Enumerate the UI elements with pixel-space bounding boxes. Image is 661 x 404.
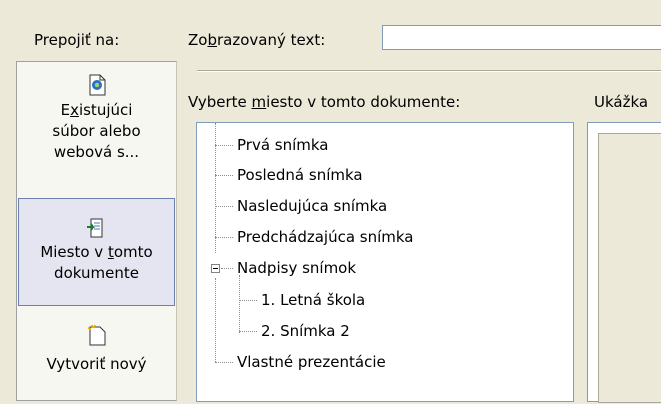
label-part: E <box>60 101 71 119</box>
access-key: x <box>70 101 79 119</box>
label-part: razovaný text: <box>216 31 326 49</box>
tree-connector <box>215 123 216 253</box>
preview-label: Ukážka <box>594 93 649 111</box>
collapse-toggle[interactable] <box>211 264 220 273</box>
access-key: m <box>251 93 267 111</box>
label-part: Miesto v <box>40 243 108 261</box>
sidebar-item-place-in-document-line2: dokumente <box>54 264 139 282</box>
tree-item-previous-slide[interactable]: Predchádzajúca snímka <box>237 225 414 249</box>
link-to-label: Prepojiť na: <box>34 31 120 49</box>
tree-connector <box>239 300 257 301</box>
label-part: Zo <box>188 31 208 49</box>
sidebar-item-existing-file-line2: súbor alebo <box>52 122 141 140</box>
slide-preview-box <box>587 122 661 403</box>
label-part: istujúci <box>78 101 133 119</box>
access-key: b <box>207 31 217 49</box>
tree-item-last-slide[interactable]: Posledná snímka <box>237 163 363 187</box>
link-target-sidebar: Existujúci súbor alebo webová s... Miest… <box>16 61 177 401</box>
sidebar-item-create-new-label: Vytvoriť nový <box>46 355 147 373</box>
label-part: iesto v tomto dokumente: <box>266 93 461 111</box>
tree-connector <box>215 278 216 362</box>
label-part: Vyberte <box>188 93 252 111</box>
sidebar-item-place-in-document[interactable]: Miesto v tomto dokumente <box>18 198 175 306</box>
sidebar-item-existing-file[interactable]: Existujúci súbor alebo webová s... <box>18 74 175 200</box>
document-place-tree[interactable]: Prvá snímka Posledná snímka Nasledujúca … <box>196 122 574 402</box>
tree-connector <box>239 331 257 332</box>
tree-connector <box>239 275 240 333</box>
existing-file-icon <box>89 74 105 96</box>
tree-item-custom-shows[interactable]: Vlastné prezentácie <box>237 350 386 374</box>
tree-item-next-slide[interactable]: Nasledujúca snímka <box>237 194 387 218</box>
label-part: omto <box>113 243 153 261</box>
slide-preview-area <box>598 133 661 403</box>
sidebar-item-existing-file-line3: webová s... <box>53 143 140 161</box>
tree-connector <box>215 175 233 176</box>
tree-connector <box>215 206 233 207</box>
tree-connector <box>215 145 233 146</box>
tree-item-slide-titles[interactable]: Nadpisy snímok <box>237 256 356 280</box>
tree-connector <box>221 268 233 269</box>
place-in-document-label: Vyberte miesto v tomto dokumente: <box>188 93 460 111</box>
tree-item-slide-2[interactable]: 2. Snímka 2 <box>261 319 350 343</box>
sidebar-item-create-new[interactable]: Vytvoriť nový <box>18 324 175 404</box>
tree-item-first-slide[interactable]: Prvá snímka <box>237 133 329 157</box>
tree-item-slide-1[interactable]: 1. Letná škola <box>261 288 365 312</box>
tree-connector <box>215 237 233 238</box>
display-text-input[interactable] <box>382 25 661 50</box>
place-in-document-icon <box>86 218 102 238</box>
separator <box>197 70 661 72</box>
tree-connector <box>215 362 233 363</box>
display-text-label: Zobrazovaný text: <box>188 31 325 49</box>
new-document-icon <box>87 324 105 346</box>
